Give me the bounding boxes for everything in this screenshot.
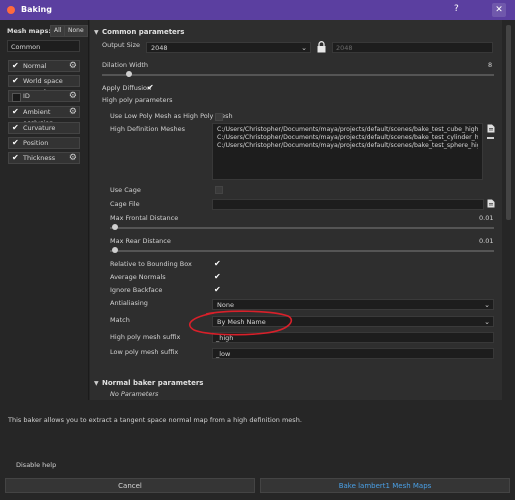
match-select[interactable]: By Mesh Name ⌄ (212, 316, 494, 327)
file-browse-icon[interactable] (487, 124, 495, 133)
gear-icon[interactable]: ⚙ (69, 61, 77, 72)
hd-meshes-list[interactable]: C:/Users/Christopher/Documents/maya/proj… (212, 123, 483, 180)
map-item-label: Normal (23, 62, 47, 70)
max-rear-distance-label: Max Rear Distance (110, 237, 171, 245)
map-item-thickness[interactable]: ✔ Thickness ⚙ (8, 152, 80, 164)
map-item-ambient-occlusion[interactable]: ✔ Ambient occlusion ⚙ (8, 106, 80, 127)
high-poly-suffix-field[interactable]: _high (212, 332, 494, 343)
list-item[interactable]: C:/Users/Christopher/Documents/maya/proj… (217, 126, 478, 134)
remove-mesh-icon[interactable] (487, 137, 494, 139)
apply-diffusion-label: Apply Diffusion (102, 84, 152, 92)
high-poly-suffix-label: High poly mesh suffix (110, 333, 181, 341)
select-none-button[interactable]: None (64, 25, 88, 37)
map-item-label: Curvature (23, 124, 56, 132)
gear-icon[interactable]: ⚙ (69, 107, 77, 118)
common-item[interactable]: Common (7, 40, 80, 52)
dilation-width-knob[interactable] (126, 71, 132, 77)
checkmark-icon[interactable]: ✔ (12, 62, 20, 70)
common-parameters-title: Common parameters (102, 28, 185, 36)
panel-divider (88, 20, 89, 400)
map-item-normal[interactable]: ✔ Normal ⚙ (8, 60, 80, 72)
collapse-caret-icon[interactable]: ▼ (94, 29, 99, 36)
gear-icon[interactable]: ⚙ (69, 153, 77, 164)
max-rear-distance-value: 0.01 (479, 237, 494, 245)
use-low-poly-checkbox[interactable] (215, 113, 223, 121)
antialiasing-label: Antialiasing (110, 299, 148, 307)
max-frontal-distance-slider[interactable] (110, 227, 494, 229)
file-browse-icon[interactable] (487, 199, 495, 208)
map-item-curvature[interactable]: ✔ Curvature (8, 122, 80, 134)
average-normals-label: Average Normals (110, 273, 166, 281)
max-frontal-distance-knob[interactable] (112, 224, 118, 230)
chevron-down-icon: ⌄ (484, 318, 490, 326)
map-item-id[interactable]: ID ⚙ (8, 90, 80, 102)
max-rear-distance-slider[interactable] (110, 250, 494, 252)
hd-meshes-label: High Definition Meshes (110, 125, 186, 133)
chevron-down-icon: ⌄ (301, 44, 307, 52)
disable-help-link[interactable]: Disable help (16, 461, 56, 469)
match-value: By Mesh Name (217, 318, 266, 326)
collapse-caret-icon[interactable]: ▼ (94, 380, 99, 387)
max-frontal-distance-value: 0.01 (479, 214, 494, 222)
lock-icon[interactable] (316, 41, 327, 53)
relative-bbox-checkbox[interactable]: ✔ (214, 260, 221, 268)
max-frontal-distance-label: Max Frontal Distance (110, 214, 179, 222)
low-poly-suffix-label: Low poly mesh suffix (110, 348, 179, 356)
title-bar: Baking ? ✕ (0, 0, 515, 20)
list-item[interactable]: C:/Users/Christopher/Documents/maya/proj… (217, 134, 478, 142)
use-cage-label: Use Cage (110, 186, 141, 194)
map-item-position[interactable]: ✔ Position (8, 137, 80, 149)
map-item-label: Thickness (23, 154, 56, 162)
average-normals-checkbox[interactable]: ✔ (214, 273, 221, 281)
map-item-label: Position (23, 139, 49, 147)
dilation-width-slider[interactable] (102, 74, 494, 76)
cage-file-label: Cage File (110, 200, 140, 208)
help-icon[interactable]: ? (454, 4, 459, 14)
normal-baker-title: Normal baker parameters (102, 379, 204, 387)
ignore-backface-label: Ignore Backface (110, 286, 163, 294)
help-description: This baker allows you to extract a tange… (8, 416, 302, 424)
chevron-down-icon: ⌄ (484, 301, 490, 309)
checkmark-icon[interactable]: ✔ (12, 124, 20, 132)
bake-button[interactable]: Bake lambert1 Mesh Maps (260, 478, 510, 493)
scrollbar-thumb[interactable] (506, 25, 511, 220)
antialiasing-select[interactable]: None ⌄ (212, 299, 494, 310)
window-title: Baking (21, 5, 52, 14)
checkmark-icon[interactable]: ✔ (12, 154, 20, 162)
match-label: Match (110, 316, 130, 324)
parameters-panel (90, 20, 502, 400)
app-icon (7, 6, 15, 14)
use-cage-checkbox[interactable] (215, 186, 223, 194)
relative-bbox-label: Relative to Bounding Box (110, 260, 192, 268)
antialiasing-value: None (217, 301, 234, 309)
map-item-label: ID (23, 92, 30, 100)
low-poly-suffix-field[interactable]: _low (212, 348, 494, 359)
dilation-width-label: Dilation Width (102, 61, 149, 69)
apply-diffusion-checkbox[interactable]: ✔ (147, 84, 154, 92)
empty-checkbox[interactable] (12, 93, 21, 102)
checkmark-icon[interactable]: ✔ (12, 108, 20, 116)
gear-icon[interactable]: ⚙ (69, 91, 77, 102)
cage-file-field[interactable] (212, 199, 484, 210)
cancel-button[interactable]: Cancel (5, 478, 255, 493)
list-item[interactable]: C:/Users/Christopher/Documents/maya/proj… (217, 142, 478, 150)
output-size-value: 2048 (151, 44, 168, 52)
high-poly-parameters-label: High poly parameters (102, 96, 173, 104)
max-rear-distance-knob[interactable] (112, 247, 118, 253)
checkmark-icon[interactable]: ✔ (12, 77, 20, 85)
checkmark-icon[interactable]: ✔ (12, 139, 20, 147)
output-size-label: Output Size (102, 41, 140, 49)
close-button[interactable]: ✕ (492, 3, 506, 17)
dilation-width-value: 8 (488, 61, 493, 69)
output-size-height-field[interactable]: 2048 (332, 42, 493, 53)
output-size-select[interactable]: 2048 ⌄ (146, 42, 311, 53)
mesh-maps-label: Mesh maps: (7, 27, 51, 35)
help-area (0, 400, 515, 478)
no-parameters-text: No Parameters (110, 390, 159, 398)
map-item-world-space-normal[interactable]: ✔ World space normal (8, 75, 80, 96)
ignore-backface-checkbox[interactable]: ✔ (214, 286, 221, 294)
